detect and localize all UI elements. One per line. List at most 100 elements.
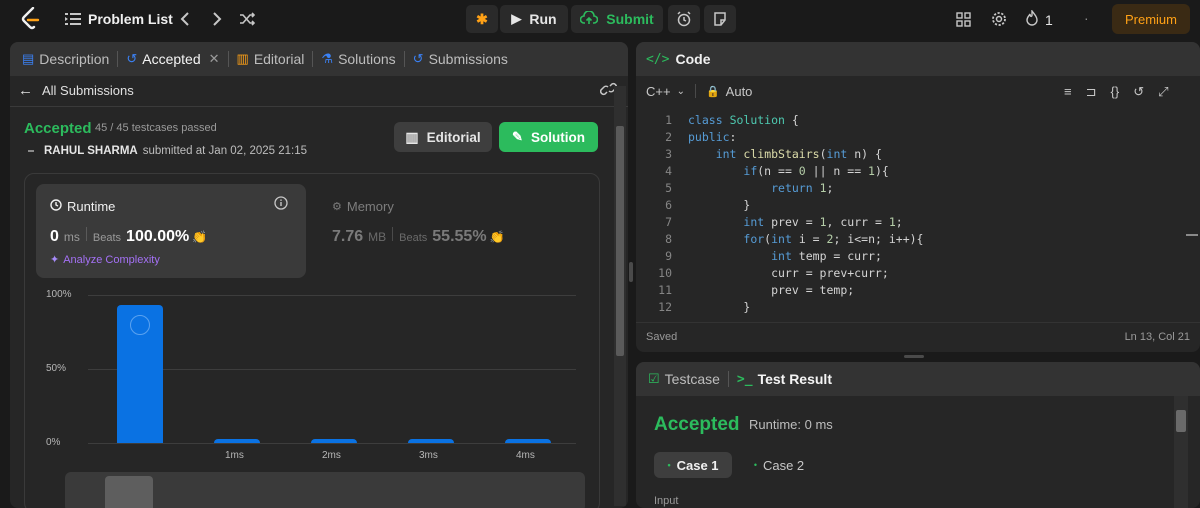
save-status: Saved (646, 331, 678, 343)
cursor-position: Ln 13, Col 21 (1124, 331, 1190, 343)
input-label: Input (654, 495, 679, 507)
line-number: 6 (665, 198, 672, 212)
problem-list-icon[interactable] (62, 8, 84, 30)
case-1-tab[interactable]: • Case 1 (654, 452, 732, 478)
line-number: 8 (665, 232, 672, 246)
play-icon: ▶ (511, 11, 522, 26)
panel-resize-handle[interactable] (629, 262, 633, 282)
run-button[interactable]: ▶ Run (500, 5, 568, 33)
scrollbar-thumb[interactable] (616, 126, 624, 356)
line-number: 7 (665, 215, 672, 229)
bug-icon: ✱ (476, 10, 488, 27)
reset-icon[interactable]: ↺ (1133, 84, 1144, 100)
chevron-left-icon[interactable] (174, 8, 196, 30)
submit-button[interactable]: Submit (571, 5, 663, 33)
note-icon[interactable] (704, 5, 736, 33)
case-2-tab[interactable]: • Case 2 (740, 452, 818, 478)
pass-dot-icon: • (667, 460, 671, 470)
case-1-label: Case 1 (676, 457, 719, 473)
code-line[interactable]: prev = temp; (688, 282, 854, 299)
submit-label: Submit (606, 11, 654, 27)
your-submission-marker-icon (130, 315, 150, 336)
y-tick-label: 100% (46, 289, 72, 300)
tab-test-result[interactable]: >_ Test Result (729, 362, 840, 396)
line-number: 10 (658, 266, 672, 280)
toolbar-divider (694, 84, 696, 98)
tab-test-result-label: Test Result (757, 371, 832, 387)
result-scrollbar-thumb[interactable] (1176, 410, 1186, 432)
line-number: 5 (665, 181, 672, 195)
layout-grid-icon[interactable] (952, 8, 974, 30)
code-line[interactable]: curr = prev+curr; (688, 265, 889, 282)
case-2-label: Case 2 (762, 457, 805, 473)
chart-bar[interactable] (214, 438, 260, 443)
line-number: 11 (658, 283, 672, 297)
format-lines-icon[interactable]: ≡ (1064, 84, 1072, 100)
line-number: 4 (665, 164, 672, 178)
overview-selection-handle[interactable] (105, 476, 153, 508)
code-line[interactable]: } (688, 299, 750, 316)
chart-overview-strip[interactable] (65, 472, 585, 508)
code-line[interactable]: int prev = 1, curr = 1; (688, 214, 902, 231)
tab-testcase[interactable]: ☑ Testcase (640, 362, 728, 396)
line-number: 2 (665, 130, 672, 144)
code-panel: </> Code C++ ⌄ 🔒 Auto ≡ ⊐ {} ↺ ⤢ 1234567… (636, 42, 1200, 352)
editor-scrollbar[interactable] (1184, 112, 1198, 332)
language-select[interactable]: C++ ⌄ (646, 84, 685, 99)
separator-dot: · (1084, 10, 1089, 26)
line-number: 9 (665, 249, 672, 263)
chart-bar[interactable] (311, 438, 357, 443)
leetcode-logo-icon[interactable] (20, 6, 42, 31)
result-status: Accepted (654, 414, 740, 435)
top-bar: Problem List ✱ ▶ Run Submit 1 · Premium (0, 0, 1200, 38)
premium-button[interactable]: Premium (1112, 4, 1190, 34)
code-line[interactable]: } (688, 197, 750, 214)
braces-icon[interactable]: {} (1111, 84, 1120, 100)
divider (636, 322, 1200, 323)
auto-label: Auto (725, 83, 753, 99)
run-label: Run (529, 11, 557, 27)
lock-icon: 🔒 (705, 85, 720, 98)
streak-count: 1 (1045, 11, 1053, 28)
y-tick-label: 50% (46, 363, 67, 374)
chevron-right-icon[interactable] (206, 8, 228, 30)
flame-icon (1026, 8, 1038, 29)
chevron-down-icon: ⌄ (676, 85, 685, 97)
result-scrollbar-track[interactable] (1174, 396, 1188, 508)
fullscreen-icon[interactable]: ⤢ (1158, 84, 1168, 100)
debug-button[interactable]: ✱ (466, 5, 498, 33)
editor-scrollbar-marker (1186, 234, 1198, 236)
code-line[interactable]: public: (688, 129, 736, 146)
chart-bar[interactable] (408, 438, 454, 443)
bookmark-icon[interactable]: ⊐ (1086, 84, 1097, 100)
code-line[interactable]: int temp = curr; (688, 248, 882, 265)
code-header: </> Code (636, 42, 1200, 76)
code-line[interactable]: for(int i = 2; i<=n; i++){ (688, 231, 923, 248)
checkbox-icon: ☑ (648, 371, 660, 386)
gear-icon[interactable] (988, 8, 1010, 30)
runtime-distribution-chart: 100% 50% 0% 1ms 2ms 3ms 4ms (10, 42, 628, 508)
line-number: 3 (665, 147, 672, 161)
alarm-clock-icon[interactable] (668, 5, 700, 33)
chart-bar[interactable] (505, 438, 551, 443)
code-line[interactable]: int climbStairs(int n) { (688, 146, 882, 163)
test-result-panel: ☑ Testcase >_ Test Result Accepted Runti… (636, 362, 1200, 508)
code-editor[interactable]: 1 2 3 4 5 6 7 8 9 10 11 12 class Solution { public:… (636, 112, 1186, 320)
pass-dot-icon: • (753, 460, 757, 470)
submission-panel: ▤ Description ↺ Accepted ✕ ▥ Editorial ⚗… (10, 42, 628, 508)
x-tick-label: 2ms (322, 450, 341, 461)
x-tick-label: 1ms (225, 450, 244, 461)
code-icon: </> (646, 51, 670, 67)
shuffle-icon[interactable] (236, 8, 258, 30)
chart-bar[interactable] (117, 305, 163, 443)
auto-mode-toggle[interactable]: 🔒 Auto (706, 84, 752, 99)
code-line[interactable]: class Solution { (688, 112, 799, 129)
scrollbar-track[interactable] (614, 86, 626, 506)
code-line[interactable]: return 1; (688, 180, 833, 197)
panel-resize-handle[interactable] (904, 355, 924, 358)
streak-counter[interactable]: 1 (1026, 8, 1053, 29)
code-line[interactable]: if(n == 0 || n == 1){ (688, 163, 888, 180)
editor-actions: ≡ ⊐ {} ↺ ⤢ (1064, 84, 1169, 100)
problem-list-link[interactable]: Problem List (88, 11, 173, 27)
language-label: C++ (646, 83, 671, 99)
